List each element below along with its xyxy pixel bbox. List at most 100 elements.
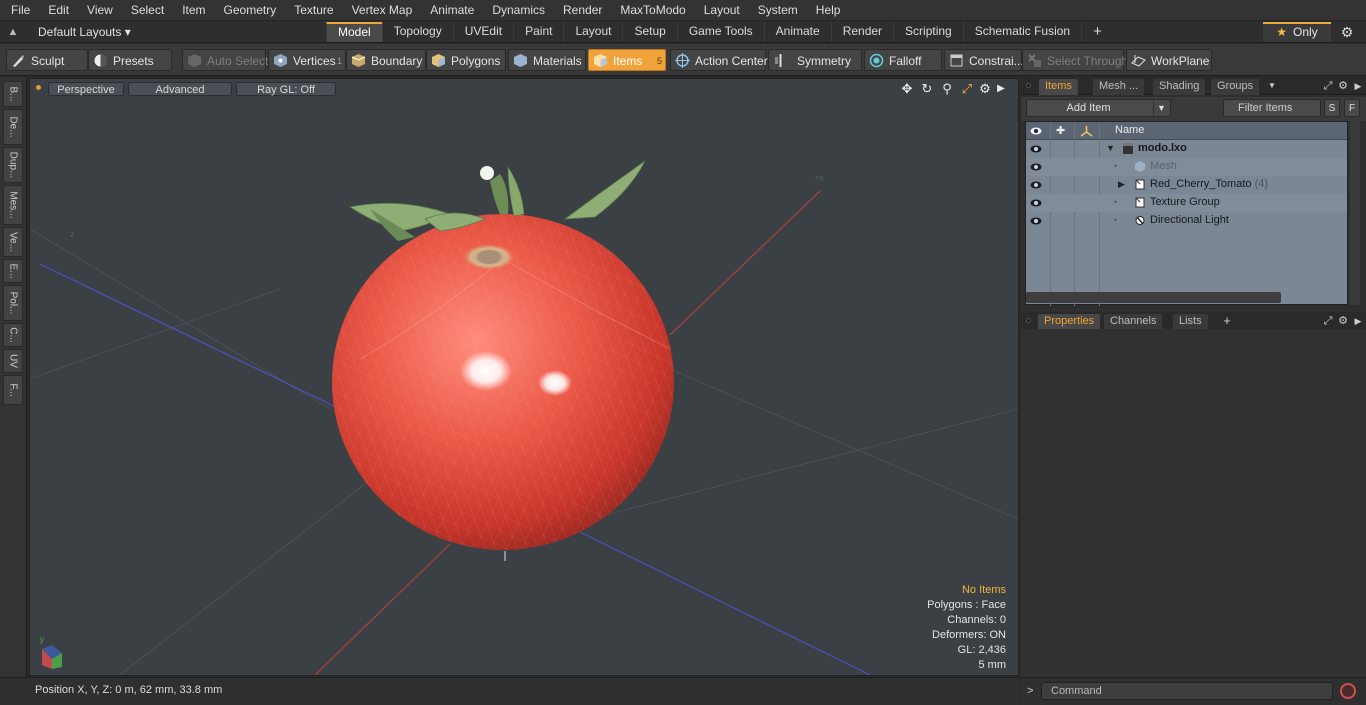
menu-item[interactable]: Item <box>171 3 212 17</box>
vertices-button[interactable]: Vertices 1 <box>268 49 346 71</box>
tab-setup[interactable]: Setup <box>622 22 676 42</box>
eye-icon[interactable] <box>1030 197 1042 209</box>
tree-row-mesh[interactable]: • Mesh <box>1026 158 1347 176</box>
menu-help[interactable]: Help <box>805 3 848 17</box>
tab-groups[interactable]: Groups <box>1211 79 1260 95</box>
record-macro-icon[interactable] <box>1340 683 1356 699</box>
tab-animate[interactable]: Animate <box>763 22 831 42</box>
add-item-button[interactable]: Add Item <box>1026 99 1171 117</box>
tab-scripting[interactable]: Scripting <box>893 22 963 42</box>
left-tab-deform[interactable]: De... <box>3 109 23 145</box>
symmetry-button[interactable]: Symmetry <box>768 49 862 71</box>
menu-render[interactable]: Render <box>552 3 609 17</box>
expand-arrow-icon[interactable]: ▶ <box>1118 179 1125 190</box>
viewport-more-icon[interactable]: ▶ <box>993 81 1009 97</box>
left-tab-uv[interactable]: UV <box>3 349 23 373</box>
panel-more-icon[interactable]: ▶ <box>1352 314 1364 328</box>
items-button[interactable]: Items 5 <box>588 49 666 71</box>
tree-row-texture-group[interactable]: • Texture Group <box>1026 194 1347 212</box>
shading-mode-button[interactable]: Advanced <box>128 82 232 96</box>
left-tab-edge[interactable]: E... <box>3 259 23 283</box>
zoom-icon[interactable]: ⚲ <box>939 81 955 97</box>
tab-game-tools[interactable]: Game Tools <box>676 22 764 42</box>
type-header-icon[interactable] <box>1080 125 1093 138</box>
maximize-icon[interactable]: ⤢ <box>959 81 975 97</box>
expand-arrow-icon[interactable]: ▼ <box>1106 143 1115 153</box>
tree-horizontal-scrollbar[interactable] <box>1026 292 1281 303</box>
menu-geometry[interactable]: Geometry <box>213 3 284 17</box>
select-through-button[interactable]: Select Through <box>1022 49 1128 71</box>
boundary-button[interactable]: Boundary <box>346 49 426 71</box>
tab-schematic-fusion[interactable]: Schematic Fusion <box>962 22 1081 42</box>
eye-icon[interactable] <box>1030 179 1042 191</box>
menu-edit[interactable]: Edit <box>37 3 76 17</box>
rotate-icon[interactable]: ↻ <box>919 81 935 97</box>
layout-up-icon[interactable]: ▲ <box>6 25 20 39</box>
gear-icon[interactable]: ⚙ <box>1338 24 1356 40</box>
add-item-dropdown-icon[interactable]: ▼ <box>1153 100 1169 116</box>
f-toggle-button[interactable]: F <box>1344 99 1360 117</box>
menu-maxtomodo[interactable]: MaxToModo <box>609 3 692 17</box>
tab-model[interactable]: Model <box>326 22 382 42</box>
auto-select-button[interactable]: Auto Select <box>182 49 268 71</box>
menu-texture[interactable]: Texture <box>283 3 340 17</box>
menu-dynamics[interactable]: Dynamics <box>481 3 552 17</box>
menu-layout[interactable]: Layout <box>693 3 747 17</box>
tab-paint[interactable]: Paint <box>513 22 563 42</box>
left-tab-mesh-edit[interactable]: Mes... <box>3 185 23 225</box>
add-tab-icon[interactable]: + <box>1081 22 1105 42</box>
s-toggle-button[interactable]: S <box>1324 99 1340 117</box>
tab-topology[interactable]: Topology <box>381 22 453 42</box>
tree-row-directional-light[interactable]: • Directional Light <box>1026 212 1347 230</box>
lock-header-icon[interactable]: ✚ <box>1056 124 1065 137</box>
panel-gear-icon[interactable]: ⚙ <box>1337 79 1349 93</box>
eye-icon[interactable] <box>1030 161 1042 173</box>
tab-layout[interactable]: Layout <box>563 22 622 42</box>
tabs-dropdown-icon[interactable]: ▼ <box>1266 79 1278 93</box>
materials-button[interactable]: Materials <box>508 49 586 71</box>
view-mode-button[interactable]: Perspective <box>48 82 124 96</box>
filter-items-input[interactable]: Filter Items <box>1223 99 1321 117</box>
pan-icon[interactable]: ✥ <box>899 81 915 97</box>
viewport-gear-icon[interactable]: ⚙ <box>977 81 993 97</box>
command-input[interactable]: Command <box>1041 682 1333 700</box>
tree-vertical-scrollbar[interactable] <box>1350 121 1360 305</box>
visibility-header-icon[interactable] <box>1030 125 1042 137</box>
tree-row-tomato[interactable]: ▶ Red_Cherry_Tomato (4) <box>1026 176 1347 194</box>
tab-shading[interactable]: Shading <box>1153 79 1206 95</box>
tab-uvedit[interactable]: UVEdit <box>452 22 513 42</box>
layout-selector[interactable]: Default Layouts ▾ <box>28 23 138 41</box>
3d-viewport[interactable]: y z +x Perspective Advanced Ray GL: Off … <box>29 78 1019 676</box>
menu-vertex-map[interactable]: Vertex Map <box>341 3 420 17</box>
name-column-header[interactable]: Name <box>1115 124 1144 136</box>
tab-channels[interactable]: Channels <box>1104 314 1163 330</box>
tab-properties[interactable]: Properties <box>1038 314 1101 330</box>
scene-render[interactable]: y z +x <box>30 79 1018 675</box>
command-history-icon[interactable]: > <box>1027 685 1033 697</box>
sculpt-button[interactable]: Sculpt <box>6 49 88 71</box>
left-tab-fusion[interactable]: F... <box>3 375 23 405</box>
left-tab-polygon[interactable]: Pol... <box>3 285 23 321</box>
constraints-button[interactable]: Constrai... <box>944 49 1024 71</box>
menu-system[interactable]: System <box>747 3 805 17</box>
left-tab-duplicate[interactable]: Dup... <box>3 147 23 183</box>
presets-button[interactable]: Presets <box>88 49 172 71</box>
left-tab-vertex[interactable]: Ve... <box>3 227 23 257</box>
only-toggle-button[interactable]: ★ Only <box>1263 22 1331 42</box>
eye-icon[interactable] <box>1030 143 1042 155</box>
raygl-button[interactable]: Ray GL: Off <box>236 82 336 96</box>
menu-select[interactable]: Select <box>120 3 171 17</box>
left-tab-basic[interactable]: B... <box>3 81 23 107</box>
tab-render[interactable]: Render <box>830 22 893 42</box>
action-center-button[interactable]: Action Center <box>670 49 768 71</box>
tab-items[interactable]: Items <box>1039 79 1078 95</box>
tree-row-scene[interactable]: ▼ modo.lxo <box>1026 140 1347 158</box>
panel-menu-dot[interactable] <box>1026 83 1031 88</box>
add-tab-icon[interactable]: + <box>1221 314 1233 328</box>
panel-expand-icon[interactable]: ⤢ <box>1322 314 1334 328</box>
panel-more-icon[interactable]: ▶ <box>1352 79 1364 93</box>
menu-file[interactable]: File <box>0 3 37 17</box>
panel-menu-dot[interactable] <box>1026 318 1031 323</box>
menu-view[interactable]: View <box>76 3 120 17</box>
panel-expand-icon[interactable]: ⤢ <box>1322 79 1334 93</box>
